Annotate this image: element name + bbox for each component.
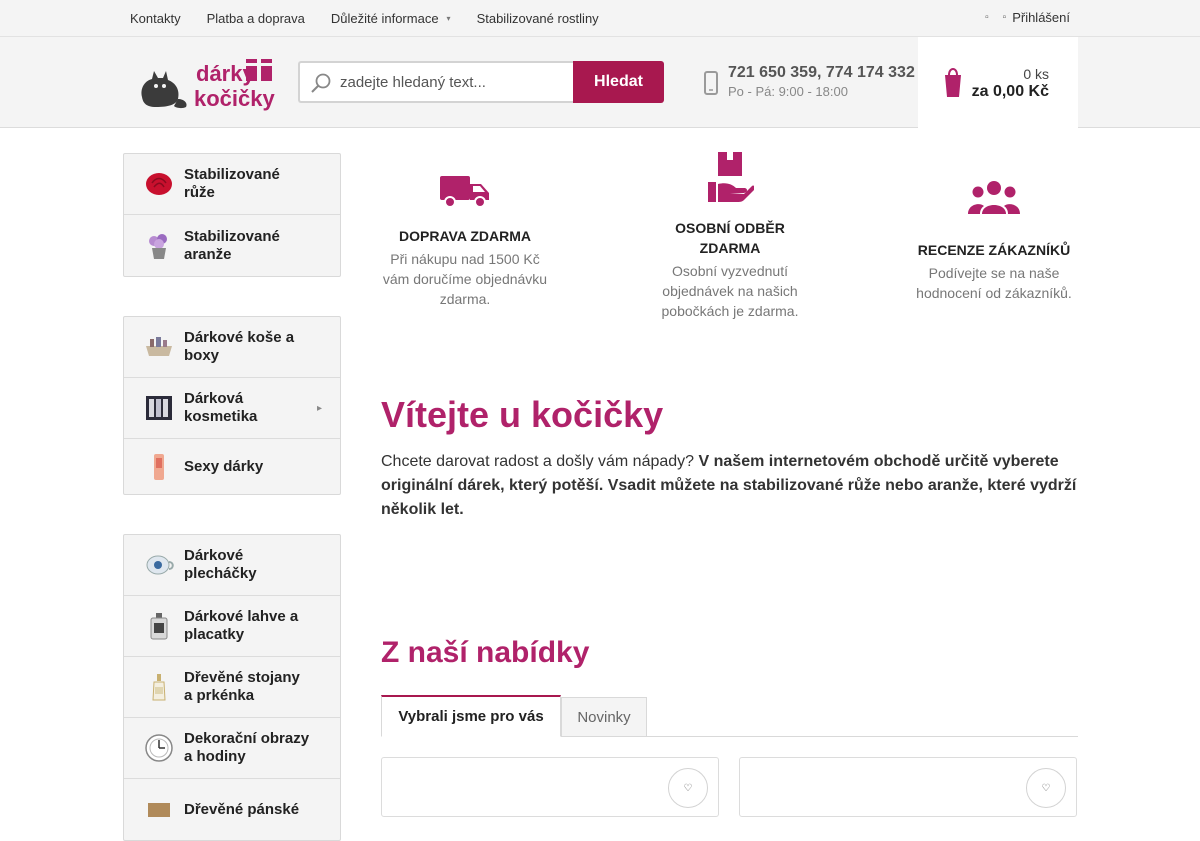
benefit-reviews: RECENZE ZÁKAZNÍKŮ Podívejte se na naše h… <box>910 180 1078 303</box>
welcome-text: Chcete darovat radost a došly vám nápady… <box>381 450 1081 522</box>
welcome-text-plain: Chcete darovat radost a došly vám nápady… <box>381 453 699 470</box>
clock-icon <box>144 733 174 763</box>
benefit-title: RECENZE ZÁKAZNÍKŮ <box>917 242 1071 258</box>
nav-link-label: Platba a doprava <box>206 10 305 26</box>
logo-text-bottom: kočičky <box>194 86 275 111</box>
search-field <box>298 61 573 103</box>
category-item-plechacky[interactable]: Dárkové plecháčky <box>124 535 340 596</box>
mug-icon <box>144 550 174 580</box>
logo[interactable]: dárky kočičky <box>136 53 284 111</box>
benefit-desc: Osobní vyzvednutí objednávek na našich p… <box>661 263 799 319</box>
nav-link-label: Kontakty <box>130 10 181 26</box>
search-input[interactable] <box>340 63 568 101</box>
tab-new[interactable]: Novinky <box>561 697 647 737</box>
benefit-title: DOPRAVA ZDARMA <box>399 228 531 244</box>
category-item-aranze[interactable]: Stabilizované aranže <box>124 215 340 276</box>
phone-numbers[interactable]: 721 650 359, 774 174 332 <box>728 64 915 82</box>
category-label: Dárkové lahve a placatky <box>184 608 299 643</box>
cosmetics-icon <box>144 393 174 423</box>
bottle-icon <box>144 672 174 702</box>
nav-link-kontakty[interactable]: Kontakty <box>130 11 181 26</box>
benefit-desc: Při nákupu nad 1500 Kč vám doručíme obje… <box>382 251 548 307</box>
category-label: Dárkové koše a boxy <box>184 329 295 364</box>
login-label: Přihlášení <box>1012 9 1070 25</box>
category-item-kose[interactable]: Dárkové koše a boxy <box>124 317 340 378</box>
cart-icon <box>945 68 961 97</box>
settings-icon[interactable]: ▫ <box>985 12 989 23</box>
product-card[interactable]: ♡ <box>381 757 719 817</box>
category-label: Dárková kosmetika <box>184 390 258 425</box>
benefit-desc: Podívejte se na naše hodnocení od zákazn… <box>916 265 1072 301</box>
nav-link-rostliny[interactable]: Stabilizované rostliny <box>477 11 599 26</box>
flask-icon <box>144 611 174 641</box>
offer-title: Z naší nabídky <box>381 636 590 669</box>
category-label: Dřevěné pánské <box>184 800 300 818</box>
users-icon <box>968 181 1020 214</box>
offer-tabs: Vybrali jsme pro vás Novinky <box>381 695 1078 737</box>
product-card[interactable]: ♡ <box>739 757 1077 817</box>
category-label: Dekorační obrazy a hodiny <box>184 730 310 765</box>
benefit-pickup: OSOBNÍ ODBĚR ZDARMA Osobní vyzvednutí ob… <box>650 152 810 321</box>
phone-contact: 721 650 359, 774 174 332 Po - Pá: 9:00 -… <box>704 63 918 103</box>
arrangement-icon <box>144 231 174 261</box>
opening-hours: Po - Pá: 9:00 - 18:00 <box>728 84 848 99</box>
welcome-title: Vítejte u kočičky <box>381 394 664 435</box>
rose-icon <box>144 169 174 199</box>
heart-icon[interactable]: ♡ <box>1026 768 1066 808</box>
category-label: Dřevěné stojany a prkénka <box>184 669 300 704</box>
nav-link-platba[interactable]: Platba a doprava <box>207 11 305 26</box>
wood-icon <box>144 795 174 825</box>
benefit-shipping: DOPRAVA ZDARMA Při nákupu nad 1500 Kč vá… <box>381 172 549 309</box>
category-item-obrazy[interactable]: Dekorační obrazy a hodiny <box>124 718 340 779</box>
category-item-ruze[interactable]: Stabilizované růže <box>124 154 340 215</box>
user-icon: ▫ <box>1002 11 1007 23</box>
chevron-down-icon: ▾ <box>446 13 451 23</box>
category-item-kosmetika[interactable]: Dárková kosmetika ▸ <box>124 378 340 439</box>
header: dárky kočičky Hledat 721 650 359, 774 17… <box>0 37 1200 128</box>
category-group: Stabilizované růže Stabilizované aranže <box>123 153 341 277</box>
nav-link-label: Důležité informace <box>330 10 439 26</box>
category-label: Stabilizované růže <box>184 166 280 201</box>
login-link[interactable]: ▫ Přihlášení <box>1003 10 1070 25</box>
basket-icon <box>144 332 174 362</box>
top-bar: Kontakty Platba a doprava Důležité infor… <box>0 0 1200 37</box>
category-label: Sexy dárky <box>184 457 264 475</box>
category-group: Dárkové koše a boxy Dárková kosmetika ▸ … <box>123 316 341 495</box>
hand-box-icon <box>708 152 754 202</box>
logo-text-top: dárky <box>196 61 255 86</box>
category-label: Stabilizované aranže <box>184 227 280 263</box>
truck-icon <box>440 176 489 208</box>
heart-icon[interactable]: ♡ <box>668 768 708 808</box>
category-group: Dárkové plecháčky Dárkové lahve a placat… <box>123 534 341 841</box>
cart-total: za 0,00 Kč <box>971 83 1049 100</box>
tab-recommended[interactable]: Vybrali jsme pro vás <box>381 695 561 737</box>
search-icon <box>311 73 331 93</box>
chevron-right-icon[interactable]: ▸ <box>317 403 322 414</box>
category-item-sexy[interactable]: Sexy dárky <box>124 439 340 494</box>
search-button[interactable]: Hledat <box>573 61 664 103</box>
benefit-title: OSOBNÍ ODBĚR ZDARMA <box>675 220 785 256</box>
cart[interactable]: 0 ks za 0,00 Kč <box>918 37 1078 128</box>
nav-link-informace[interactable]: Důležité informace ▾ <box>331 11 451 26</box>
top-nav: Kontakty Platba a doprava Důležité infor… <box>130 0 625 36</box>
sexy-gift-icon <box>144 452 174 482</box>
category-item-panske[interactable]: Dřevěné pánské <box>124 779 340 840</box>
category-label: Dárkové plecháčky <box>184 547 257 582</box>
phone-icon <box>704 71 718 95</box>
category-item-stojany[interactable]: Dřevěné stojany a prkénka <box>124 657 340 718</box>
category-item-lahve[interactable]: Dárkové lahve a placatky <box>124 596 340 657</box>
cart-quantity: 0 ks <box>1023 66 1049 82</box>
search-bar: Hledat <box>298 61 664 103</box>
nav-link-label: Stabilizované rostliny <box>476 10 599 26</box>
